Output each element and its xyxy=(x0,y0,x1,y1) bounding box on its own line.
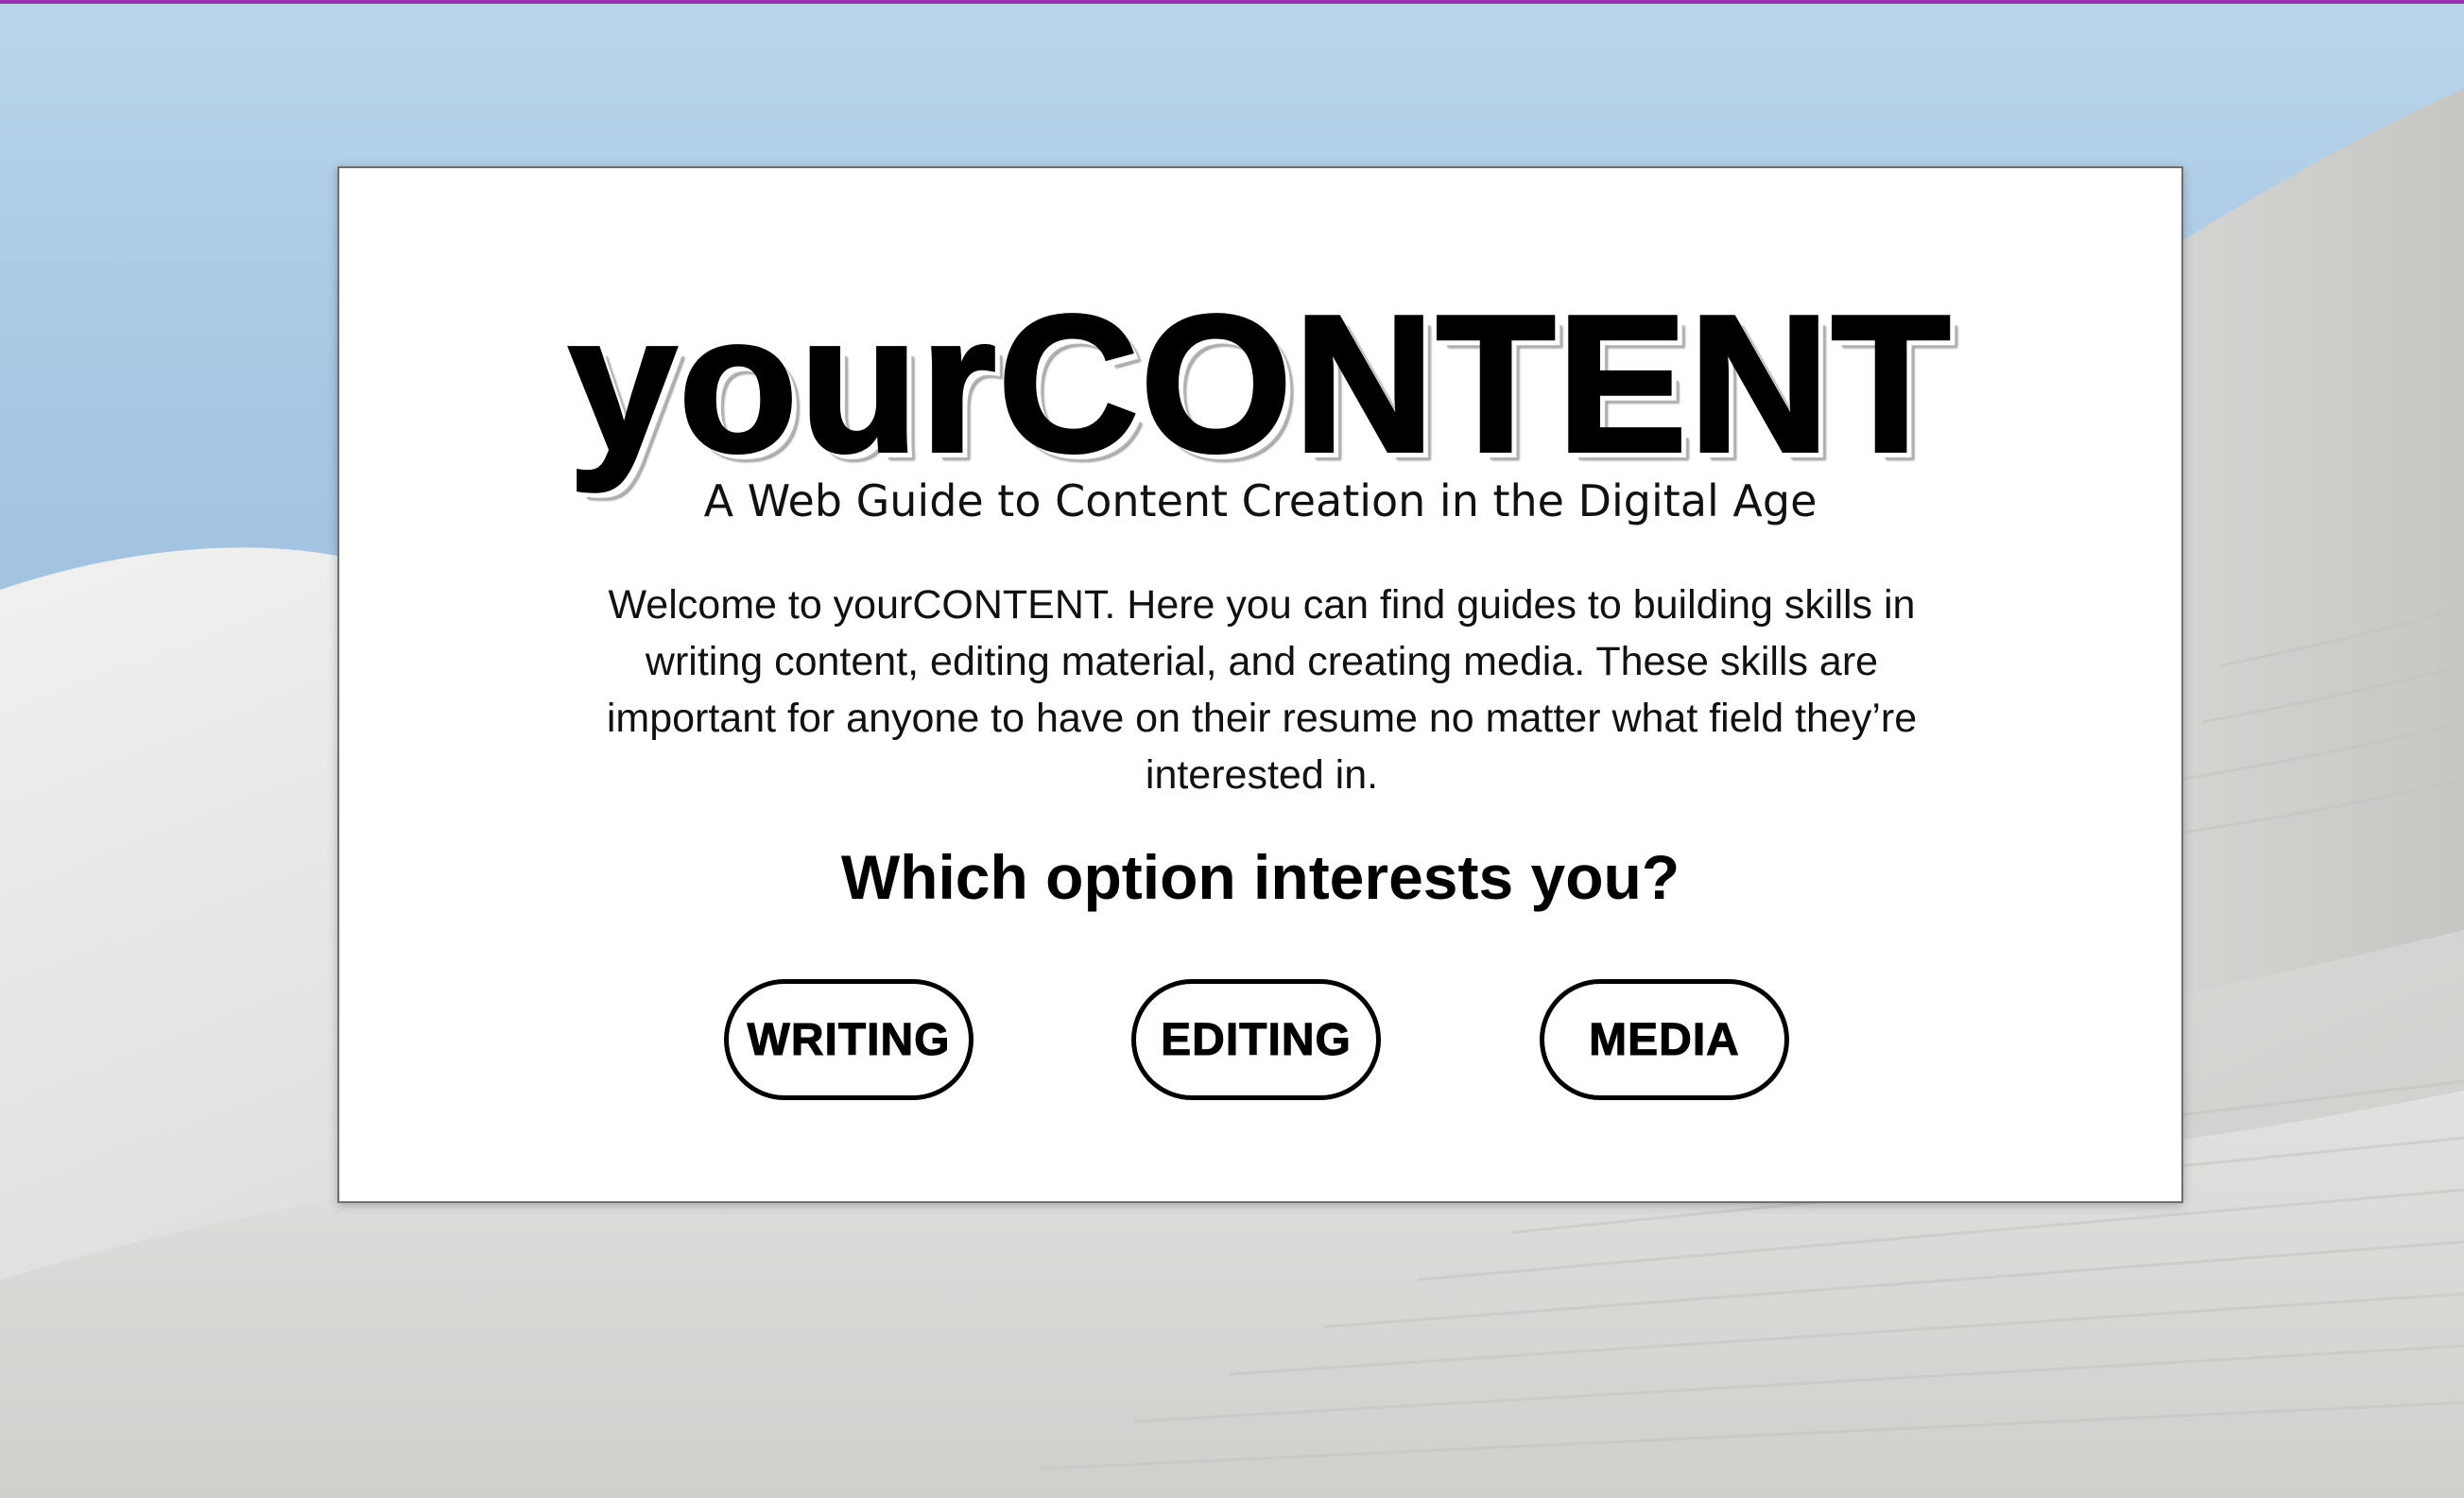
options-question: Which option interests you? xyxy=(840,842,1680,912)
editing-button[interactable]: EDITING xyxy=(1131,979,1381,1100)
site-logo-title: yourCONTENT xyxy=(567,275,1953,492)
welcome-card: yourCONTENT A Web Guide to Content Creat… xyxy=(337,166,2183,1203)
site-tagline: A Web Guide to Content Creation in the D… xyxy=(703,475,1818,526)
option-buttons: WRITING EDITING MEDIA xyxy=(339,979,2181,1102)
writing-button[interactable]: WRITING xyxy=(724,979,974,1100)
intro-paragraph: Welcome to yourCONTENT. Here you can fin… xyxy=(606,582,1918,798)
media-button[interactable]: MEDIA xyxy=(1540,979,1789,1100)
